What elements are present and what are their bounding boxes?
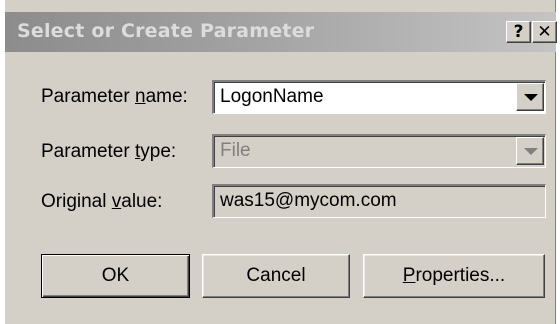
parameter-type-dropdown-button[interactable]: [516, 137, 544, 165]
dialog-title: Select or Create Parameter: [17, 20, 315, 42]
parameter-name-combobox[interactable]: LogonName: [212, 80, 546, 114]
access-key: P: [402, 265, 416, 286]
chevron-down-icon: [524, 148, 538, 155]
help-button[interactable]: ?: [506, 21, 531, 43]
question-mark-icon: ?: [513, 22, 524, 42]
close-icon: ✕: [537, 22, 552, 42]
original-value-text: was15@mycom.com: [220, 190, 397, 211]
label-text: alue:: [121, 191, 163, 212]
parameter-name-label: Parameter name:: [41, 86, 188, 108]
ok-button[interactable]: OK: [41, 254, 190, 298]
chevron-down-icon: [524, 94, 538, 101]
label-text: Parameter: [41, 141, 135, 162]
label-text: Parameter: [41, 86, 135, 107]
cancel-button[interactable]: Cancel: [202, 254, 350, 298]
parameter-type-value: File: [220, 140, 251, 161]
label-text: ype:: [140, 141, 177, 162]
access-key: v: [111, 191, 122, 212]
original-value-field[interactable]: was15@mycom.com: [212, 184, 546, 218]
title-bar[interactable]: Select or Create Parameter ? ✕: [5, 12, 557, 52]
select-parameter-dialog: Select or Create Parameter ? ✕ Parameter…: [4, 0, 557, 324]
label-text: ame:: [145, 86, 188, 107]
properties-button[interactable]: Properties...: [363, 254, 545, 298]
label-text: Original: [41, 191, 112, 212]
access-key: n: [134, 86, 146, 107]
parameter-type-combobox[interactable]: File: [212, 134, 546, 168]
close-button[interactable]: ✕: [532, 21, 557, 43]
button-label: roperties...: [415, 265, 506, 286]
parameter-name-value: LogonName: [220, 86, 324, 107]
parameter-name-dropdown-button[interactable]: [516, 83, 544, 111]
parameter-type-label: Parameter type:: [41, 141, 176, 163]
original-value-label: Original value:: [41, 191, 162, 213]
